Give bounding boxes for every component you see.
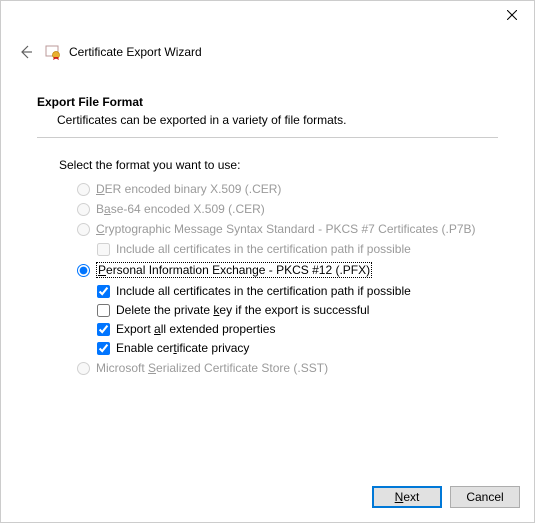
radio-pfx-label[interactable]: Personal Information Exchange - PKCS #12… (96, 262, 372, 278)
radio-der-label: DER encoded binary X.509 (.CER) (96, 182, 281, 196)
close-icon (507, 10, 517, 20)
check-pfx-privacy[interactable]: Enable certificate privacy (97, 341, 498, 355)
check-pfx-ext-label[interactable]: Export all extended properties (116, 322, 275, 336)
radio-pkcs7: Cryptographic Message Syntax Standard - … (77, 222, 498, 236)
radio-der-input (77, 183, 90, 196)
section-subtitle: Certificates can be exported in a variet… (37, 109, 498, 137)
radio-pfx[interactable]: Personal Information Exchange - PKCS #12… (77, 262, 498, 278)
radio-der: DER encoded binary X.509 (.CER) (77, 182, 498, 196)
certificate-icon (45, 44, 61, 60)
check-pfx-delete[interactable]: Delete the private key if the export is … (97, 303, 498, 317)
radio-sst: Microsoft Serialized Certificate Store (… (77, 361, 498, 375)
radio-base64: Base-64 encoded X.509 (.CER) (77, 202, 498, 216)
check-pfx-include[interactable]: Include all certificates in the certific… (97, 284, 498, 298)
check-pfx-delete-label[interactable]: Delete the private key if the export is … (116, 303, 369, 317)
back-arrow-icon (18, 44, 34, 60)
radio-sst-label: Microsoft Serialized Certificate Store (… (96, 361, 328, 375)
check-pfx-ext-input[interactable] (97, 323, 110, 336)
cancel-button[interactable]: Cancel (450, 486, 520, 508)
section-title: Export File Format (37, 95, 498, 109)
check-pkcs7-include: Include all certificates in the certific… (97, 242, 498, 256)
check-pfx-privacy-label[interactable]: Enable certificate privacy (116, 341, 249, 355)
radio-base64-input (77, 203, 90, 216)
check-pkcs7-include-input (97, 243, 110, 256)
format-prompt: Select the format you want to use: (59, 158, 498, 172)
radio-pkcs7-label: Cryptographic Message Syntax Standard - … (96, 222, 476, 236)
radio-sst-input (77, 362, 90, 375)
check-pfx-ext[interactable]: Export all extended properties (97, 322, 498, 336)
wizard-title: Certificate Export Wizard (69, 45, 202, 59)
check-pfx-delete-input[interactable] (97, 304, 110, 317)
back-button[interactable] (17, 43, 35, 61)
check-pfx-include-input[interactable] (97, 285, 110, 298)
check-pkcs7-include-label: Include all certificates in the certific… (116, 242, 411, 256)
radio-base64-label: Base-64 encoded X.509 (.CER) (96, 202, 265, 216)
check-pfx-privacy-input[interactable] (97, 342, 110, 355)
next-button[interactable]: Next (372, 486, 442, 508)
check-pfx-include-label[interactable]: Include all certificates in the certific… (116, 284, 411, 298)
divider (37, 137, 498, 138)
radio-pkcs7-input (77, 223, 90, 236)
radio-pfx-input[interactable] (77, 264, 90, 277)
close-button[interactable] (489, 1, 534, 29)
